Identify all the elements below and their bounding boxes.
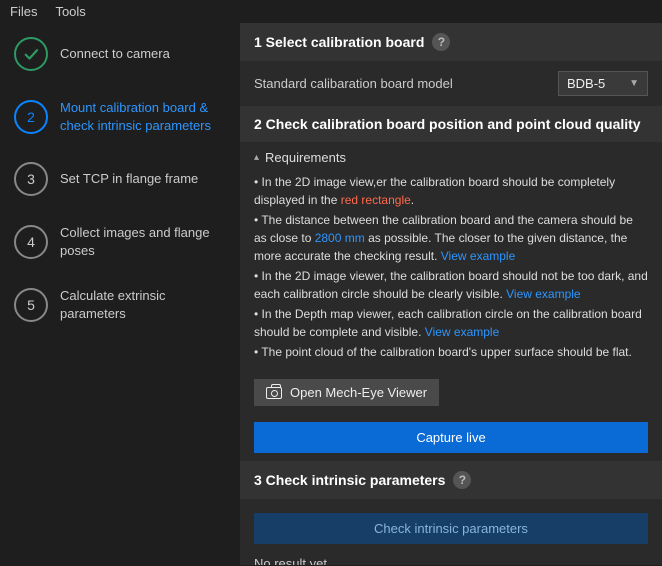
red-rectangle-link[interactable]: red rectangle	[341, 193, 411, 207]
step-number-icon: 3	[14, 162, 48, 196]
req-text: .	[411, 193, 414, 207]
main-panel: 1 Select calibration board ? Standard ca…	[240, 23, 662, 565]
requirements-label: Requirements	[265, 150, 346, 165]
menu-tools[interactable]: Tools	[55, 4, 85, 19]
check-intrinsic-button[interactable]: Check intrinsic parameters	[254, 513, 648, 544]
step-calc-extrinsic[interactable]: 5 Calculate extrinsic parameters	[14, 287, 230, 322]
help-icon[interactable]: ?	[453, 471, 471, 489]
step-connect-camera[interactable]: Connect to camera	[14, 37, 230, 71]
step-collect-images[interactable]: 4 Collect images and flange poses	[14, 224, 230, 259]
button-label: Open Mech-Eye Viewer	[290, 385, 427, 400]
section1-header: 1 Select calibration board ?	[240, 23, 662, 61]
select-value: BDB-5	[567, 76, 605, 91]
result-text: No result yet.	[240, 552, 662, 565]
section2-header: 2 Check calibration board position and p…	[240, 106, 662, 142]
chevron-down-icon: ▼	[629, 78, 639, 89]
section3-title: 3 Check intrinsic parameters	[254, 472, 445, 488]
section2-title: 2 Check calibration board position and p…	[254, 116, 641, 132]
view-example-link[interactable]: View example	[425, 325, 499, 339]
view-example-link[interactable]: View example	[506, 287, 580, 301]
camera-icon	[266, 387, 282, 399]
step-label: Collect images and flange poses	[60, 224, 230, 259]
chevron-up-icon: ▴	[254, 152, 259, 163]
check-icon	[14, 37, 48, 71]
req-text: • In the 2D image view,er the calibratio…	[254, 175, 615, 207]
step-number-icon: 5	[14, 288, 48, 322]
step-label: Calculate extrinsic parameters	[60, 287, 230, 322]
step-set-tcp[interactable]: 3 Set TCP in flange frame	[14, 162, 230, 196]
view-example-link[interactable]: View example	[441, 249, 515, 263]
board-model-select[interactable]: BDB-5 ▼	[558, 71, 648, 96]
help-icon[interactable]: ?	[432, 33, 450, 51]
board-model-label: Standard calibaration board model	[254, 76, 453, 91]
requirements-body: • In the 2D image view,er the calibratio…	[240, 173, 662, 373]
section1-title: 1 Select calibration board	[254, 34, 424, 50]
requirements-toggle[interactable]: ▴ Requirements	[240, 142, 662, 173]
distance-value: 2800 mm	[315, 231, 365, 245]
step-number-icon: 4	[14, 225, 48, 259]
section3-header: 3 Check intrinsic parameters ?	[240, 461, 662, 499]
step-mount-board[interactable]: 2 Mount calibration board & check intrin…	[14, 99, 230, 134]
step-label: Connect to camera	[60, 45, 170, 63]
menu-files[interactable]: Files	[10, 4, 37, 19]
open-mech-eye-button[interactable]: Open Mech-Eye Viewer	[254, 379, 439, 406]
req-text: • In the 2D image viewer, the calibratio…	[254, 269, 648, 301]
sidebar: Connect to camera 2 Mount calibration bo…	[0, 23, 240, 565]
capture-live-button[interactable]: Capture live	[254, 422, 648, 453]
step-label: Set TCP in flange frame	[60, 170, 198, 188]
step-label: Mount calibration board & check intrinsi…	[60, 99, 230, 134]
step-number-icon: 2	[14, 100, 48, 134]
req-text: • The point cloud of the calibration boa…	[254, 343, 648, 361]
